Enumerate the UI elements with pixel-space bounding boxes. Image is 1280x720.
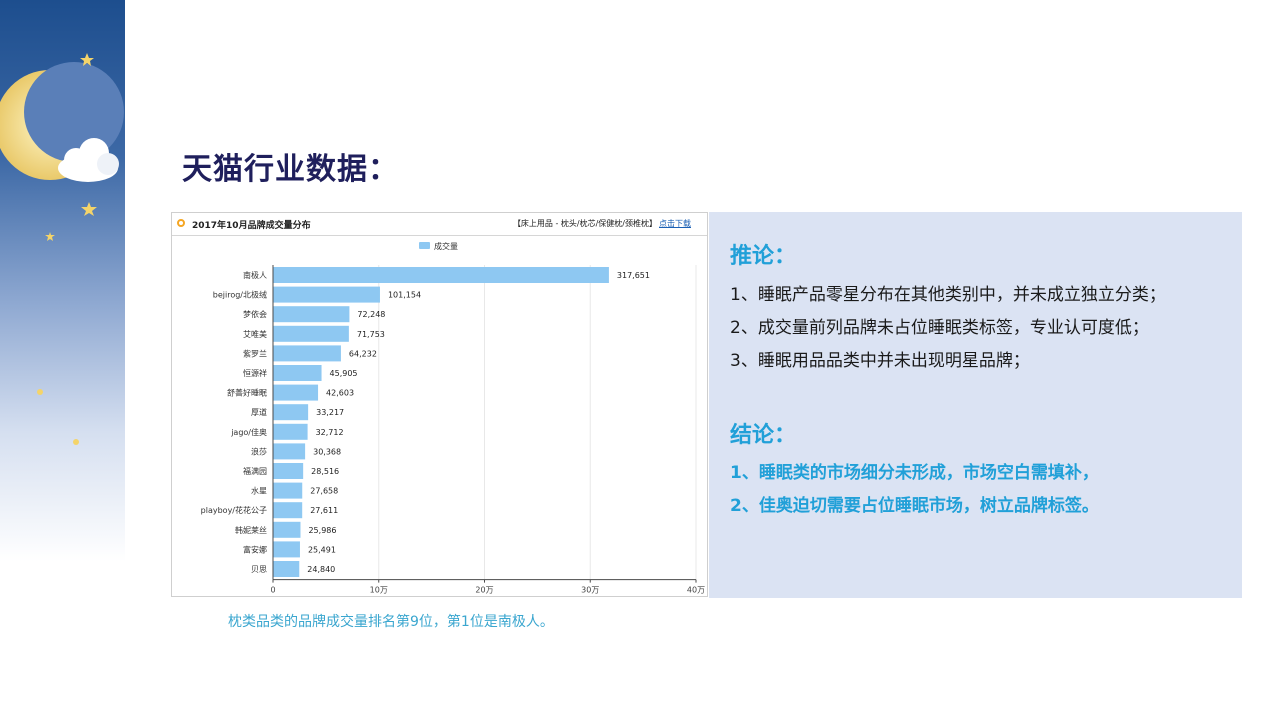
category-label: bejirog/北极绒 (213, 290, 267, 300)
value-label: 27,611 (310, 506, 338, 515)
bar (273, 443, 306, 460)
chart-panel: 2017年10月品牌成交量分布 【床上用品 - 枕头/枕芯/保健枕/颈椎枕】 点… (171, 212, 708, 597)
value-label: 32,712 (316, 428, 344, 437)
chart-caption: 枕类品类的品牌成交量排名第9位，第1位是南极人。 (228, 614, 554, 630)
value-label: 24,840 (307, 565, 335, 574)
category-label: 水星 (251, 486, 267, 496)
bar (273, 423, 308, 440)
value-label: 71,753 (357, 330, 385, 339)
analysis-panel: 推论： 1、睡眠产品零星分布在其他类别中，并未成立独立分类； 2、成交量前列品牌… (709, 212, 1242, 598)
category-label: playboy/花花公子 (201, 505, 267, 515)
conclusion-heading: 结论： (730, 423, 797, 448)
bar (273, 286, 380, 303)
bullet-icon (177, 219, 185, 227)
bar (273, 345, 341, 362)
conclusion-item: 2、佳奥迫切需要占位睡眠市场，树立品牌标签。 (730, 496, 1099, 516)
category-label: 紫罗兰 (243, 348, 267, 358)
value-label: 317,651 (617, 271, 650, 280)
category-label: 南极人 (243, 270, 267, 280)
x-tick-label: 20万 (475, 586, 493, 595)
conclusion-item: 1、睡眠类的市场细分未形成，市场空白需填补， (730, 463, 1099, 483)
value-label: 101,154 (388, 291, 421, 300)
inference-heading: 推论： (730, 244, 797, 269)
category-label: 恒源祥 (243, 368, 267, 378)
chart-title: 2017年10月品牌成交量分布 (192, 221, 311, 231)
value-label: 27,658 (310, 487, 338, 496)
value-label: 25,491 (308, 545, 336, 554)
category-label: 浪莎 (251, 446, 267, 456)
inference-item: 3、睡眠用品品类中并未出现明星品牌； (730, 351, 1030, 371)
x-tick-label: 0 (270, 586, 275, 595)
x-tick-label: 40万 (687, 586, 705, 595)
bar (273, 306, 350, 323)
chart-header: 2017年10月品牌成交量分布 【床上用品 - 枕头/枕芯/保健枕/颈椎枕】 点… (172, 213, 707, 236)
category-label: 艾唯美 (243, 329, 267, 339)
night-sky-decoration (0, 53, 124, 445)
category-label: 韩妮莱丝 (235, 525, 267, 535)
bar (273, 541, 300, 558)
value-label: 30,368 (313, 447, 341, 456)
bar (273, 561, 300, 577)
value-label: 33,217 (316, 408, 344, 417)
value-label: 45,905 (330, 369, 358, 378)
category-label: 贝思 (251, 565, 267, 574)
legend-label: 成交量 (434, 241, 458, 251)
inference-item: 1、睡眠产品零星分布在其他类别中，并未成立独立分类； (730, 285, 1166, 305)
value-label: 28,516 (311, 467, 339, 476)
bar-chart: 成交量南极人 317,651 bejirog/北极绒 101,154 梦依会 72,248… (201, 241, 705, 595)
page-title: 天猫行业数据： (182, 152, 399, 187)
bar (273, 502, 303, 519)
bar (273, 404, 309, 421)
value-label: 64,232 (349, 349, 377, 358)
x-tick-label: 30万 (581, 586, 599, 595)
bar (273, 365, 322, 381)
category-label: jago/佳奥 (230, 427, 267, 437)
value-label: 42,603 (326, 389, 354, 398)
category-label: 厚道 (251, 407, 267, 417)
category-label: 舒善好睡眠 (227, 388, 267, 398)
category-label: 福满园 (243, 466, 267, 476)
download-link[interactable]: 点击下载 (659, 218, 691, 229)
legend-swatch (419, 242, 430, 249)
bar (273, 482, 303, 499)
bar (273, 463, 304, 479)
bar (273, 267, 609, 283)
value-label: 25,986 (308, 526, 336, 535)
bar (273, 325, 349, 342)
category-label: 富安娜 (243, 544, 267, 554)
inference-item: 2、成交量前列品牌未占位睡眠类标签，专业认可度低； (730, 318, 1149, 338)
value-label: 72,248 (357, 310, 385, 319)
bar (273, 521, 301, 538)
category-label: 梦依会 (243, 309, 267, 319)
category-breadcrumb: 【床上用品 - 枕头/枕芯/保健枕/颈椎枕】 (512, 219, 657, 228)
x-tick-label: 10万 (370, 586, 388, 595)
bar (273, 384, 319, 401)
